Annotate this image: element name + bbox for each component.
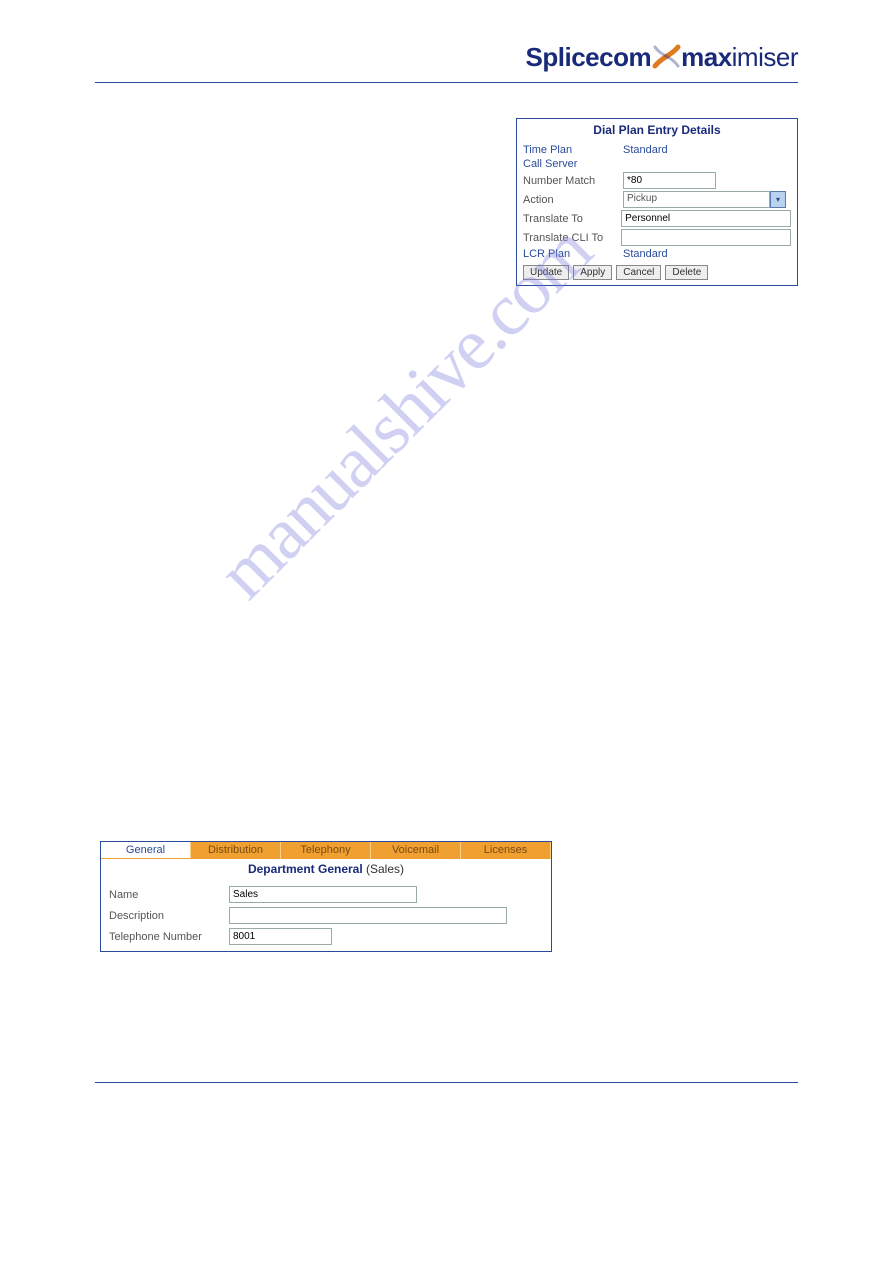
label-call-server[interactable]: Call Server [523, 158, 623, 170]
select-action-value: Pickup [623, 191, 770, 208]
label-number-match: Number Match [523, 175, 623, 187]
tab-licenses[interactable]: Licenses [461, 842, 551, 859]
label-time-plan[interactable]: Time Plan [523, 144, 623, 156]
department-tabs: General Distribution Telephony Voicemail… [101, 842, 551, 859]
dial-plan-title: Dial Plan Entry Details [517, 119, 797, 143]
row-dept-name: Name [101, 884, 551, 905]
label-translate-to: Translate To [523, 213, 621, 225]
tab-distribution[interactable]: Distribution [191, 842, 281, 859]
dial-plan-panel: Dial Plan Entry Details Time Plan Standa… [516, 118, 798, 286]
apply-button[interactable]: Apply [573, 265, 612, 280]
cancel-button[interactable]: Cancel [616, 265, 661, 280]
row-dept-description: Description [101, 905, 551, 926]
input-dept-description[interactable] [229, 907, 507, 924]
row-time-plan: Time Plan Standard [517, 143, 797, 157]
row-translate-to: Translate To [517, 209, 797, 228]
label-dept-name: Name [109, 889, 229, 901]
label-lcr-plan[interactable]: LCR Plan [523, 248, 623, 260]
logo-swoosh-icon [649, 40, 683, 74]
update-button[interactable]: Update [523, 265, 569, 280]
logo-text-imiser: imiser [732, 42, 798, 73]
input-translate-to[interactable] [621, 210, 791, 227]
department-title-prefix: Department General [248, 862, 363, 876]
tab-general[interactable]: General [101, 842, 191, 859]
input-translate-cli-to[interactable] [621, 229, 791, 246]
input-dept-telephone[interactable] [229, 928, 332, 945]
tab-voicemail[interactable]: Voicemail [371, 842, 461, 859]
input-number-match[interactable] [623, 172, 716, 189]
value-lcr-plan[interactable]: Standard [623, 248, 668, 260]
delete-button[interactable]: Delete [665, 265, 708, 280]
bottom-divider [95, 1082, 798, 1083]
dial-plan-buttons: Update Apply Cancel Delete [517, 261, 797, 285]
row-number-match: Number Match [517, 171, 797, 190]
row-call-server: Call Server [517, 157, 797, 171]
logo-text-max: max [681, 42, 732, 73]
department-panel: General Distribution Telephony Voicemail… [100, 841, 552, 952]
row-dept-telephone: Telephone Number [101, 926, 551, 951]
department-title: Department General (Sales) [101, 859, 551, 884]
input-dept-name[interactable] [229, 886, 417, 903]
row-lcr-plan: LCR Plan Standard [517, 247, 797, 261]
label-dept-telephone: Telephone Number [109, 931, 229, 943]
label-dept-description: Description [109, 910, 229, 922]
label-translate-cli-to: Translate CLI To [523, 232, 621, 244]
logo-text-splice: Splice [526, 42, 600, 73]
tab-telephony[interactable]: Telephony [281, 842, 371, 859]
value-time-plan[interactable]: Standard [623, 144, 668, 156]
department-title-suffix: (Sales) [363, 862, 404, 876]
top-divider [95, 82, 798, 83]
logo-area: Splicecommaximiser [95, 40, 798, 74]
chevron-down-icon[interactable]: ▾ [770, 191, 786, 208]
row-translate-cli-to: Translate CLI To [517, 228, 797, 247]
select-action[interactable]: Pickup ▾ [623, 191, 786, 208]
label-action: Action [523, 194, 623, 206]
row-action: Action Pickup ▾ [517, 190, 797, 209]
logo-text-com: com [599, 42, 651, 73]
